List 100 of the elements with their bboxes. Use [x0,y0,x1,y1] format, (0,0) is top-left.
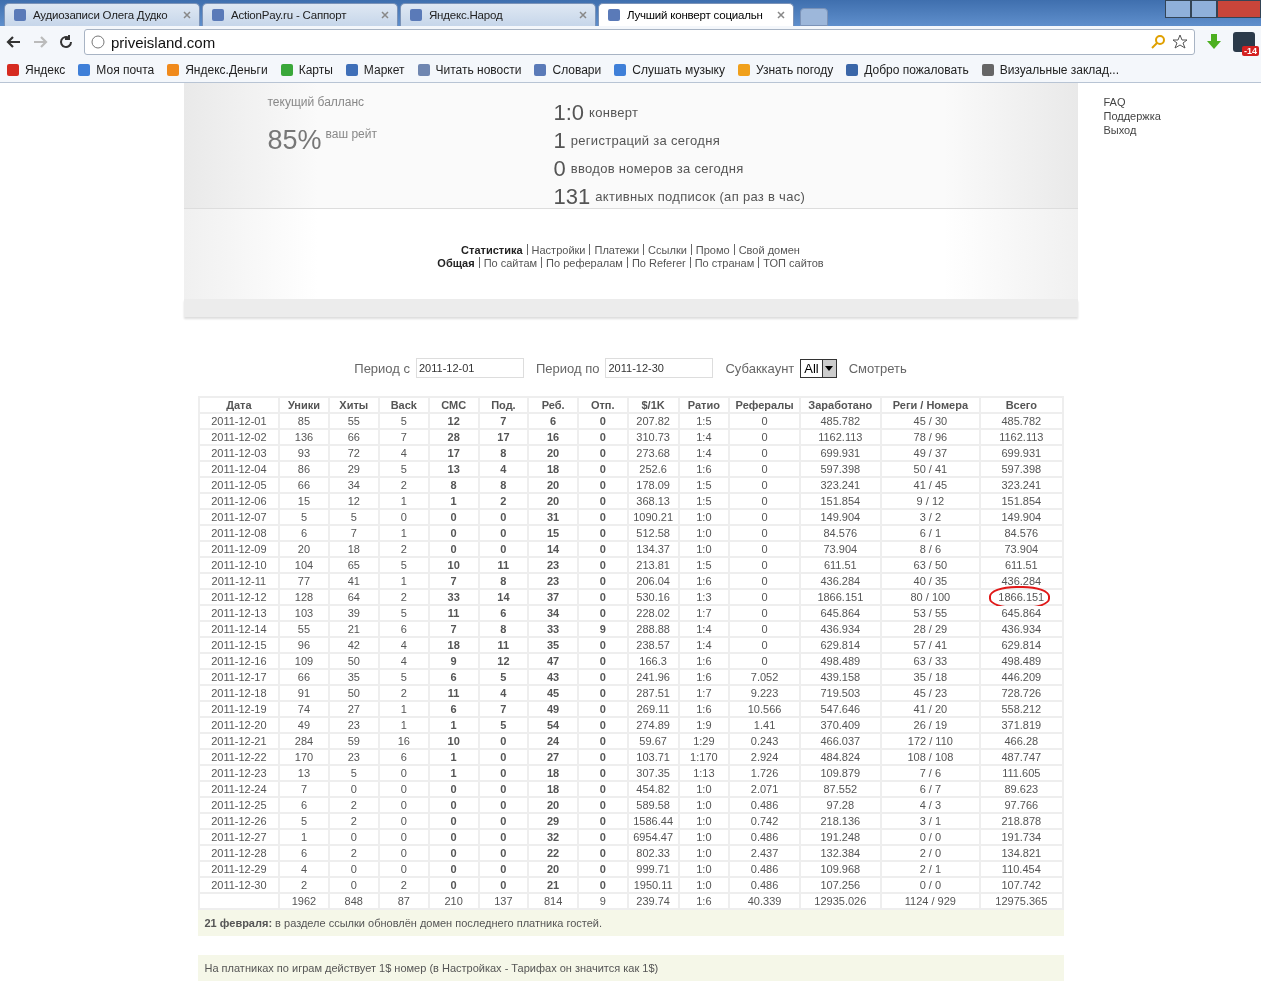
bookmark[interactable]: Яндекс.Деньги [166,63,268,77]
table-cell: 0 [578,590,627,604]
nav-link[interactable]: По сайтам [483,256,538,269]
subaccount-select[interactable]: All [800,358,837,378]
table-cell: 41 / 20 [881,702,980,716]
column-header: Реги / Номера [881,398,980,412]
header-link[interactable]: Поддержка [1103,109,1161,123]
table-cell: 16 [529,430,577,444]
column-header: Рефералы [730,398,800,412]
table-cell: 2011-12-01 [199,414,279,428]
table-cell: 6 [379,750,428,764]
table-cell: 0 [329,830,378,844]
bookmark[interactable]: Маркет [344,63,405,77]
table-cell: 40 / 35 [881,574,980,588]
table-cell: 110.454 [981,862,1062,876]
back-icon[interactable] [6,34,22,50]
minimize-button[interactable] [1165,0,1191,18]
table-cell: 2 [379,686,428,700]
notice-text: 21 февраля: в разделе ссылки обновлён домен последнего платника гостей. [197,910,1064,936]
bookmark[interactable]: Визуальные заклад... [980,63,1120,77]
dropdown-arrow-icon [825,365,834,371]
column-header: Реб. [529,398,577,412]
table-cell: 28 / 29 [881,622,980,636]
table-cell: 64 [329,590,378,604]
forward-icon[interactable] [32,34,48,50]
nav-link[interactable]: Промо [695,243,730,256]
table-cell: 10 [429,734,478,748]
table-cell: 6 [379,622,428,636]
nav-link[interactable]: Общая [437,256,475,269]
table-cell: 29 [529,814,577,828]
nav-link[interactable]: Статистика [461,243,523,256]
address-bar[interactable]: priveisland.com [84,29,1195,55]
table-cell: 0 [479,542,528,556]
nav-link[interactable]: По Referer [631,256,686,269]
bookmark[interactable]: Добро пожаловать [845,63,969,77]
table-cell: 33 [529,622,577,636]
nav-link[interactable]: Свой домен [738,243,800,256]
table-cell: 0 [329,862,378,876]
header-link[interactable]: Выход [1103,123,1161,137]
table-cell: 103 [280,606,328,620]
table-cell: 0 [730,446,800,460]
table-cell: 20 [529,478,577,492]
bookmark[interactable]: Читать новости [416,63,522,77]
table-cell: 2011-12-02 [199,430,279,444]
maximize-button[interactable] [1191,0,1217,18]
table-cell: 74 [280,702,328,716]
download-arrow-icon[interactable] [1205,33,1223,51]
bookmark[interactable]: Словари [533,63,602,77]
browser-tab[interactable]: Аудиозаписи Олега Дудко [4,3,200,26]
table-cell: 8 [429,478,478,492]
stat-label: регистраций за сегодня [570,134,721,148]
view-link[interactable]: Смотреть [848,360,907,376]
table-cell: 0 [578,574,627,588]
close-icon[interactable] [777,11,785,19]
bookmark[interactable]: Узнать погоду [736,63,834,77]
table-cell: 2.437 [730,846,800,860]
table-cell: 0 [429,798,478,812]
bookmark[interactable]: Яндекс [6,63,66,77]
table-cell: 368.13 [628,494,678,508]
bookmark[interactable]: Карты [279,63,333,77]
close-icon[interactable] [183,11,191,19]
nav-link[interactable]: Настройки [531,243,586,256]
table-cell: 45 / 30 [881,414,980,428]
browser-tab[interactable]: ActionPay.ru - Саппорт [202,3,398,26]
reload-icon[interactable] [58,34,74,50]
table-cell: 0 [479,862,528,876]
browser-tab[interactable]: Лучший конверт социальн [598,3,794,26]
table-cell: 107.742 [981,878,1062,892]
header-link[interactable]: FAQ [1103,95,1161,109]
close-icon[interactable] [381,11,389,19]
table-cell: 454.82 [628,782,678,796]
table-cell: 14 [479,590,528,604]
table-cell: 2011-12-25 [199,798,279,812]
table-cell: 0 / 0 [881,830,980,844]
table-cell: 1124 / 929 [881,894,980,908]
close-icon[interactable] [579,11,587,19]
table-cell: 0 [730,430,800,444]
nav-link[interactable]: Ссылки [648,243,687,256]
close-button[interactable] [1217,0,1261,18]
new-tab-button[interactable] [800,8,828,26]
table-cell: 132.384 [801,846,880,860]
nav-link[interactable]: ТОП сайтов [763,256,824,269]
nav-link[interactable]: По странам [694,256,755,269]
table-cell: 1586.44 [628,814,678,828]
date-from-field[interactable]: 2011-12-01 [416,358,524,378]
bookmark[interactable]: Слушать музыку [613,63,725,77]
table-cell: 5 [379,414,428,428]
date-to-field[interactable]: 2011-12-30 [605,358,714,378]
star-icon[interactable] [1172,34,1188,50]
nav-link[interactable]: Платежи [594,243,640,256]
bookmark[interactable]: Моя почта [77,63,155,77]
nav-link[interactable]: По рефералам [546,256,623,269]
notification-badge: -14 [1242,46,1259,56]
rate-value: 85% [267,127,322,154]
table-cell: 0 [578,670,627,684]
table-cell: 0 [730,558,800,572]
browser-tab[interactable]: Яндекс.Народ [400,3,596,26]
table-cell: 2011-12-13 [199,606,279,620]
table-cell: 2011-12-16 [199,654,279,668]
table-cell: 11 [479,638,528,652]
